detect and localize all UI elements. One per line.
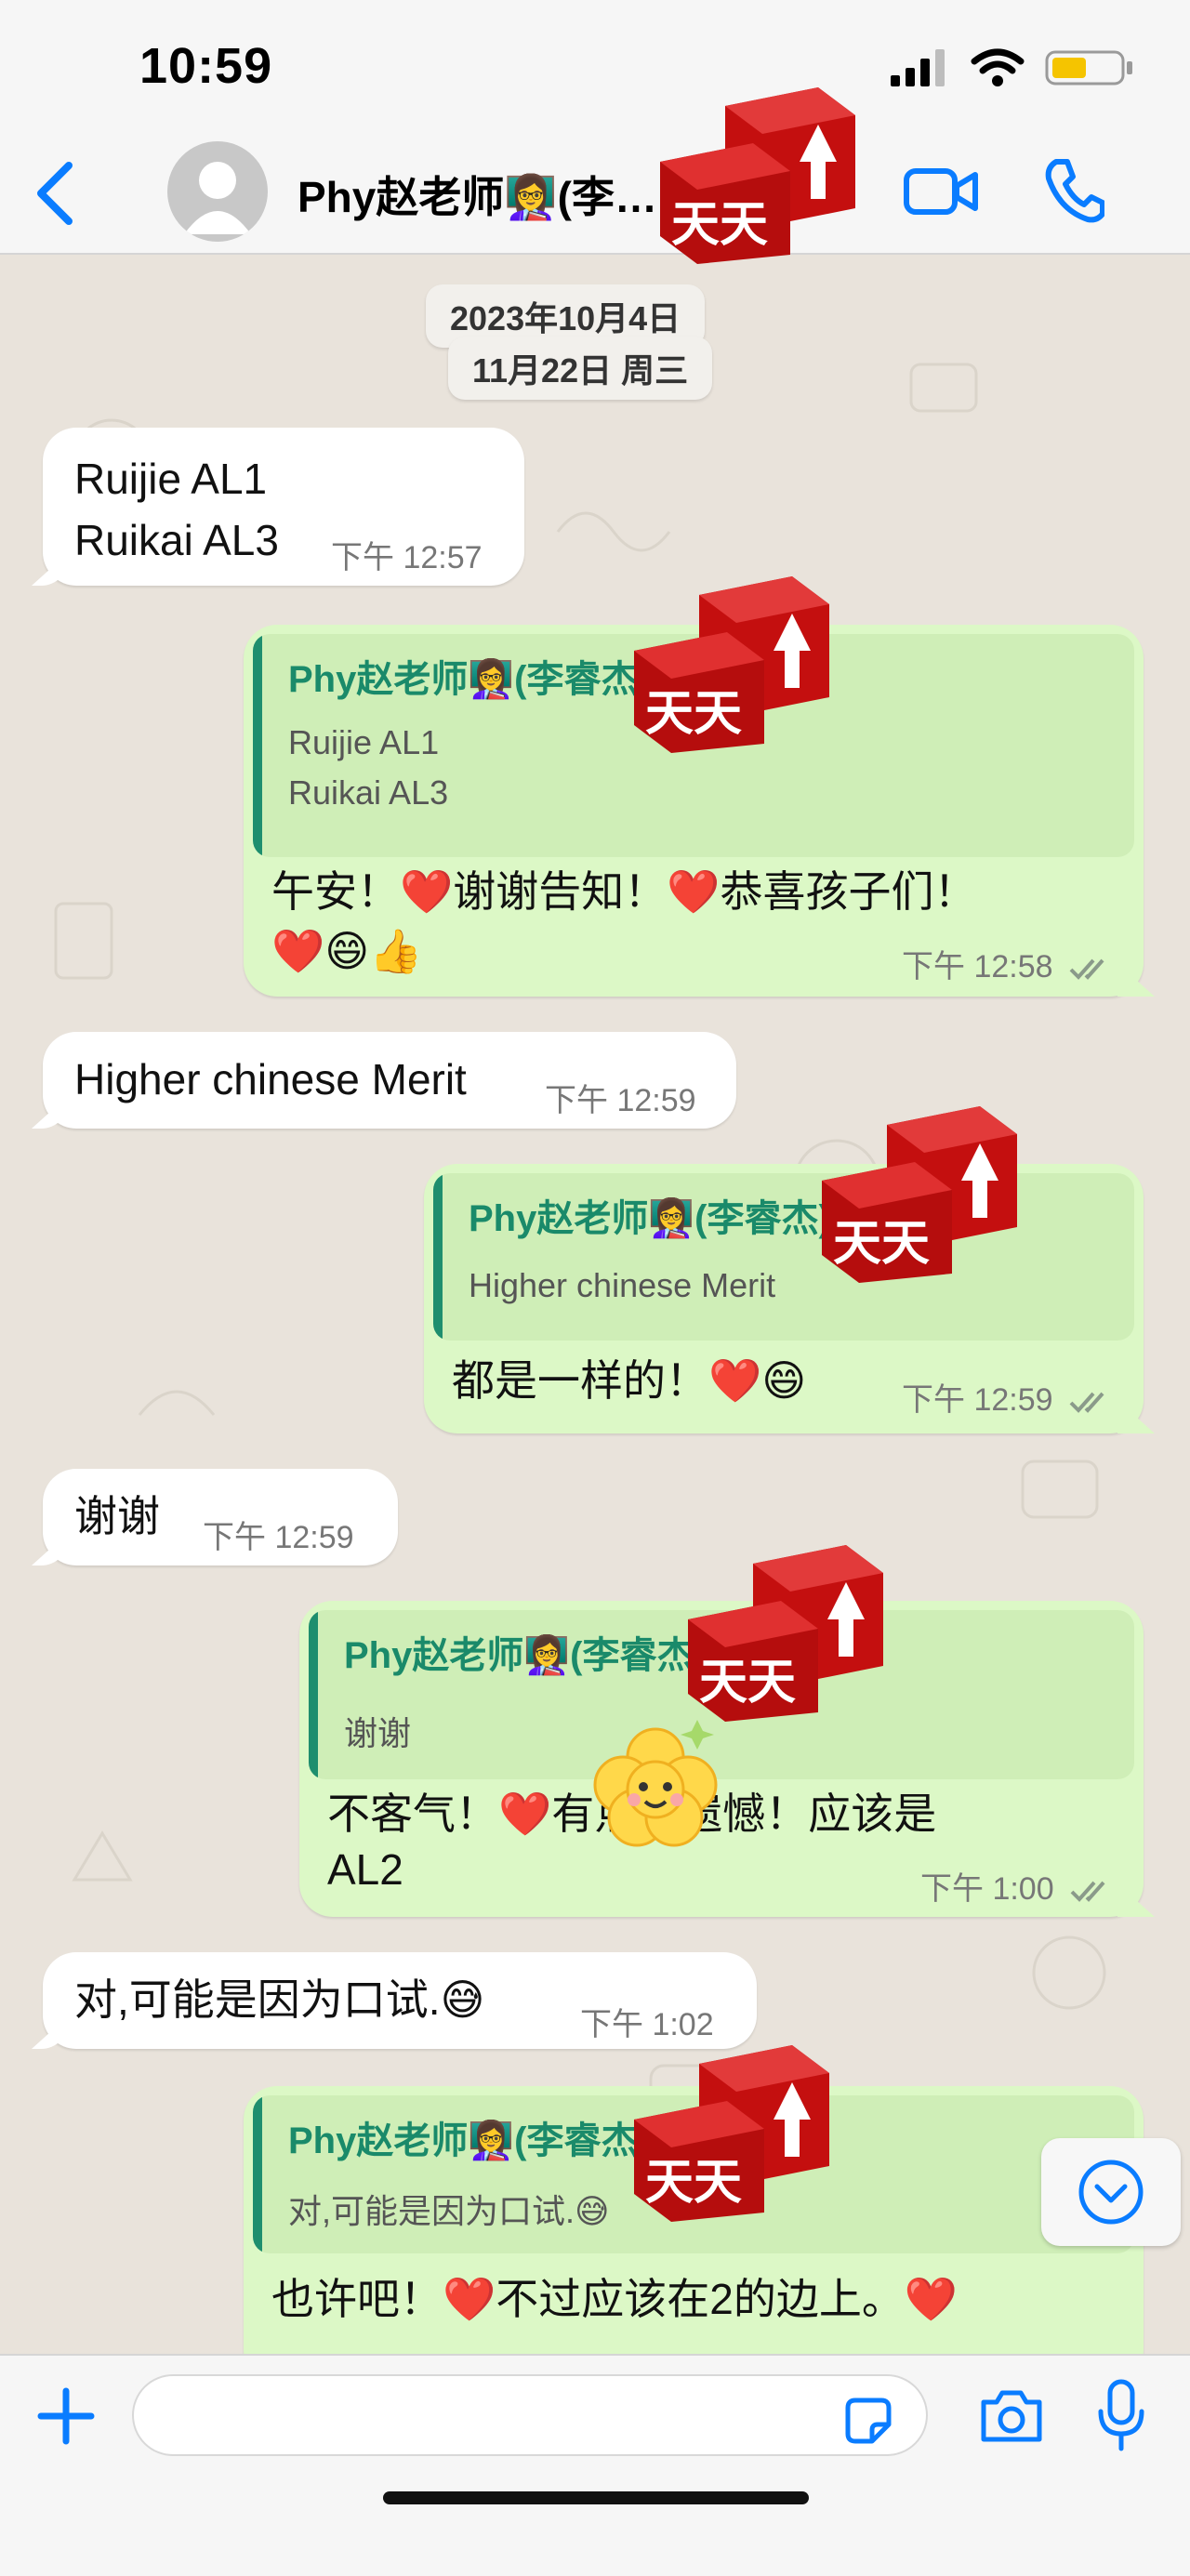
quote-bar xyxy=(309,1610,318,1779)
contact-name[interactable]: Phy赵老师👩‍🏫(李… xyxy=(298,164,657,225)
message-text: 都是一样的！❤️😄 xyxy=(452,1356,807,1405)
watermark-text: 天天 xyxy=(671,196,768,253)
incoming-message[interactable]: 对,可能是因为口试.😅 下午 1:02 xyxy=(43,1952,757,2049)
message-text: Ruikai AL3 xyxy=(74,516,279,564)
quote-text: Ruikai AL3 xyxy=(288,773,449,812)
video-camera-icon[interactable] xyxy=(904,164,978,219)
message-time: 下午 1:00 xyxy=(920,1863,1115,1909)
message-time-text: 下午 1:00 xyxy=(920,1871,1054,1907)
home-indicator xyxy=(383,2491,809,2504)
message-text: 对,可能是因为口试.😅 xyxy=(74,1975,485,2024)
message-time: 下午 12:58 xyxy=(902,941,1114,986)
double-check-icon xyxy=(1070,1881,1105,1902)
message-text: 谢谢 xyxy=(74,1492,160,1540)
incoming-message[interactable]: Higher chinese Merit 下午 12:59 xyxy=(43,1032,736,1129)
message-text: 也许吧！❤️不过应该在2的边上。❤️ xyxy=(271,2275,959,2323)
quote-author: Phy赵老师👩‍🏫(李睿杰) xyxy=(288,2120,651,2161)
watermark-sticker: 天天 xyxy=(688,1545,883,1722)
phone-icon[interactable] xyxy=(1043,156,1104,225)
flower-sticker-icon xyxy=(593,1720,718,1847)
status-time: 10:59 xyxy=(139,38,273,94)
quote-bar xyxy=(253,634,262,857)
message-time: 下午 12:57 xyxy=(331,540,483,575)
compose-bar xyxy=(0,2354,1190,2576)
watermark-sticker: 天天 xyxy=(634,576,829,753)
double-check-icon xyxy=(1069,1392,1104,1413)
status-bar: 10:59 xyxy=(0,0,1190,130)
message-time-text: 下午 12:59 xyxy=(902,1382,1053,1418)
quote-text: 对,可能是因为口试.😅 xyxy=(288,2192,610,2230)
watermark-sticker: 天天 xyxy=(634,2045,829,2222)
plus-icon[interactable] xyxy=(33,2384,99,2449)
sticker-icon[interactable] xyxy=(840,2393,896,2449)
watermark-sticker: 天天 xyxy=(660,87,855,264)
quote-bar xyxy=(433,1173,443,1341)
quote-author: Phy赵老师👩‍🏫(李睿杰) xyxy=(344,1635,707,1676)
message-text: ❤️😄👍 xyxy=(271,927,423,975)
quote-bar xyxy=(253,2095,262,2253)
quote-author: Phy赵老师👩‍🏫(李睿杰) xyxy=(288,659,651,700)
chevron-left-icon[interactable] xyxy=(28,156,84,231)
message-text: AL2 xyxy=(327,1845,403,1894)
date-chip: 11月22日 周三 xyxy=(448,337,713,400)
message-text: Higher chinese Merit xyxy=(74,1055,467,1103)
message-text: Ruijie AL1 xyxy=(74,455,268,503)
quote-author: Phy赵老师👩‍🏫(李睿杰) xyxy=(469,1198,831,1239)
signal-icon xyxy=(891,49,945,86)
incoming-message[interactable]: Ruijie AL1 Ruikai AL3 下午 12:57 xyxy=(43,428,524,586)
chat-header: Phy赵老师👩‍🏫(李… xyxy=(0,130,1190,255)
battery-icon xyxy=(1045,50,1132,86)
quote-text: 谢谢 xyxy=(344,1714,412,1752)
message-input[interactable] xyxy=(132,2374,928,2456)
watermark-text: 天天 xyxy=(833,1215,930,1272)
chevron-down-circle-icon xyxy=(1078,2160,1144,2225)
message-time: 下午 12:59 xyxy=(545,1083,696,1118)
message-time-text: 下午 12:58 xyxy=(902,949,1053,984)
double-check-icon xyxy=(1069,958,1104,980)
quote-text: Higher chinese Merit xyxy=(469,1266,776,1304)
camera-icon[interactable] xyxy=(978,2387,1045,2445)
message-time: 下午 12:59 xyxy=(203,1520,354,1555)
message-text: 午安！❤️谢谢告知！❤️恭喜孩子们！ xyxy=(271,867,977,916)
watermark-text: 天天 xyxy=(699,1654,796,1711)
status-icons xyxy=(891,45,1134,91)
avatar[interactable] xyxy=(167,141,268,242)
microphone-icon[interactable] xyxy=(1093,2378,1149,2452)
message-time: 下午 12:59 xyxy=(902,1374,1114,1420)
incoming-message[interactable]: 谢谢 下午 12:59 xyxy=(43,1469,398,1565)
quote-text: Ruijie AL1 xyxy=(288,723,440,761)
wifi-icon xyxy=(971,48,1025,86)
watermark-sticker: 天天 xyxy=(822,1106,1017,1283)
watermark-text: 天天 xyxy=(645,685,742,742)
scroll-down-button[interactable] xyxy=(1041,2138,1181,2246)
person-icon xyxy=(184,162,251,234)
watermark-text: 天天 xyxy=(645,2154,742,2211)
